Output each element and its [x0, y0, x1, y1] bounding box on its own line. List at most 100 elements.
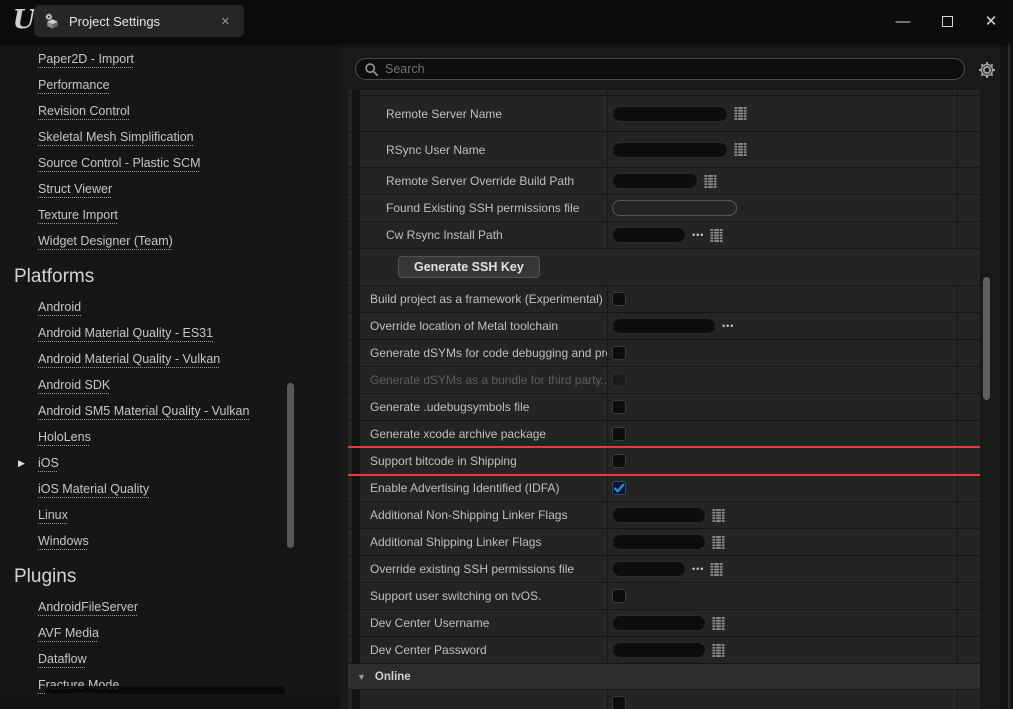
sidebar-list: Paper2D - Import Performance Revision Co…	[0, 42, 340, 698]
grid-icon[interactable]	[704, 175, 717, 188]
row-rail	[348, 448, 360, 474]
row-label: Additional Non-Shipping Linker Flags	[370, 508, 567, 522]
settings-gear-button[interactable]	[976, 59, 998, 81]
row-rail	[348, 367, 360, 393]
row-rail	[348, 610, 360, 636]
cw-rsync-install-path-field[interactable]	[612, 227, 686, 243]
tab-project-settings[interactable]: Project Settings ✕	[34, 5, 244, 37]
grid-icon[interactable]	[734, 107, 747, 120]
search-input[interactable]	[385, 62, 955, 76]
dev-center-username-field[interactable]	[612, 615, 706, 631]
support-bitcode-in-shipping-checkbox[interactable]	[612, 454, 626, 468]
build-project-as-a-framework-experimental-checkbox[interactable]	[612, 292, 626, 306]
sidebar-item-source-control-plastic-scm[interactable]: Source Control - Plastic SCM	[0, 150, 340, 176]
grid-icon[interactable]	[712, 644, 725, 657]
row-end-cell	[958, 637, 980, 663]
row-end-cell	[958, 96, 980, 131]
sidebar-item-label: Android SM5 Material Quality - Vulkan	[38, 404, 249, 418]
support-user-switching-on-tvos-checkbox[interactable]	[612, 589, 626, 603]
row-end-cell	[958, 168, 980, 194]
section-header-online[interactable]: ▼ Online	[348, 664, 980, 690]
found-existing-ssh-permissions-file-field[interactable]	[612, 200, 737, 216]
sidebar-item-android[interactable]: Android	[0, 294, 340, 320]
sidebar-item-texture-import[interactable]: Texture Import	[0, 202, 340, 228]
generate-xcode-archive-package-checkbox[interactable]	[612, 427, 626, 441]
sidebar-item-label: Android Material Quality - ES31	[38, 326, 213, 340]
sidebar-scrollbar[interactable]	[287, 383, 294, 548]
tab-close-icon[interactable]: ✕	[217, 13, 234, 30]
row-end-cell	[958, 222, 980, 248]
row-end-cell	[958, 195, 980, 221]
maximize-icon	[942, 16, 953, 27]
override-location-of-metal-toolchain-field[interactable]	[612, 318, 716, 334]
row-support-bitcode-in-shipping: Support bitcode in Shipping	[348, 448, 980, 475]
sidebar-item-avf-media[interactable]: AVF Media	[0, 620, 340, 646]
grid-icon[interactable]	[712, 617, 725, 630]
additional-non-shipping-linker-flags-field[interactable]	[612, 507, 706, 523]
generate-dsyms-as-a-bundle-for-third-party-checkbox[interactable]	[612, 373, 626, 387]
row-end-cell	[958, 367, 980, 393]
row-label: Dev Center Username	[370, 616, 489, 630]
close-icon: ✕	[985, 12, 998, 30]
remote-server-name-field[interactable]	[612, 106, 728, 122]
grid-icon[interactable]	[710, 229, 723, 242]
row-label: Generate .udebugsymbols file	[370, 400, 529, 414]
generate-dsyms-for-code-debugging-and-pro-checkbox[interactable]	[612, 346, 626, 360]
row-rail	[348, 313, 360, 339]
sidebar-item-dataflow[interactable]: Dataflow	[0, 646, 340, 672]
minimize-icon: —	[896, 13, 911, 30]
row-cw-rsync-install-path: Cw Rsync Install Path •••	[348, 222, 980, 249]
titlebar: U Project Settings ✕ — ✕	[0, 0, 1013, 42]
override-existing-ssh-permissions-file-field[interactable]	[612, 561, 686, 577]
sidebar-item-paper2d-import[interactable]: Paper2D - Import	[0, 46, 340, 72]
row-label: Dev Center Password	[370, 643, 487, 657]
sidebar-item-skeletal-mesh-simplification[interactable]: Skeletal Mesh Simplification	[0, 124, 340, 150]
dev-center-password-field[interactable]	[612, 642, 706, 658]
sidebar-item-struct-viewer[interactable]: Struct Viewer	[0, 176, 340, 202]
row-generate-udebugsymbols-file: Generate .udebugsymbols file	[348, 394, 980, 421]
row-rail	[348, 475, 360, 501]
row-label: Generate dSYMs for code debugging and pr…	[370, 346, 608, 360]
sidebar-item-performance[interactable]: Performance	[0, 72, 340, 98]
sidebar-item-android-material-quality-es31[interactable]: Android Material Quality - ES31	[0, 320, 340, 346]
enable-advertising-identified-idfa-checkbox[interactable]	[612, 481, 626, 495]
sidebar-item-label: iOS Material Quality	[38, 482, 149, 496]
grid-icon[interactable]	[712, 536, 725, 549]
ellipsis-button[interactable]: •••	[722, 322, 734, 331]
sidebar-item-android-material-quality-vulkan[interactable]: Android Material Quality - Vulkan	[0, 346, 340, 372]
sidebar-item-label: Widget Designer (Team)	[38, 234, 173, 248]
grid-icon[interactable]	[712, 509, 725, 522]
sidebar-item-label: Revision Control	[38, 104, 130, 118]
row-label: Found Existing SSH permissions file	[386, 201, 579, 215]
gear-icon	[978, 61, 996, 79]
maximize-button[interactable]	[925, 0, 969, 42]
row-end-cell	[958, 556, 980, 582]
settings-scrollbar[interactable]	[983, 277, 990, 400]
ellipsis-button[interactable]: •••	[692, 231, 704, 240]
ellipsis-button[interactable]: •••	[692, 565, 704, 574]
settings-panel: Remote Server Name RSync User Name Remot…	[340, 42, 1013, 709]
sidebar-item-androidfileserver[interactable]: AndroidFileServer	[0, 594, 340, 620]
sidebar-item-revision-control[interactable]: Revision Control	[0, 98, 340, 124]
row-dev-center-username: Dev Center Username	[348, 610, 980, 637]
sidebar-item-label: Struct Viewer	[38, 182, 112, 196]
row-additional-non-shipping-linker-flags: Additional Non-Shipping Linker Flags	[348, 502, 980, 529]
additional-shipping-linker-flags-field[interactable]	[612, 534, 706, 550]
checkbox[interactable]	[612, 696, 626, 709]
partial-row-bottom	[348, 690, 980, 709]
search-bar	[355, 58, 965, 80]
minimize-button[interactable]: —	[881, 0, 925, 42]
row-end-cell	[958, 583, 980, 609]
rsync-user-name-field[interactable]	[612, 142, 728, 158]
sidebar-heading-platforms: Platforms	[0, 260, 340, 294]
close-button[interactable]: ✕	[969, 0, 1013, 42]
row-dev-center-password: Dev Center Password	[348, 637, 980, 664]
sidebar-item-widget-designer-team[interactable]: Widget Designer (Team)	[0, 228, 340, 254]
remote-server-override-build-path-field[interactable]	[612, 173, 698, 189]
generate-udebugsymbols-file-checkbox[interactable]	[612, 400, 626, 414]
row-override-existing-ssh-permissions-file: Override existing SSH permissions file •…	[348, 556, 980, 583]
expand-arrow-icon[interactable]: ▶	[18, 458, 25, 469]
grid-icon[interactable]	[734, 143, 747, 156]
generate-ssh-key-button[interactable]: Generate SSH Key	[398, 256, 540, 278]
grid-icon[interactable]	[710, 563, 723, 576]
